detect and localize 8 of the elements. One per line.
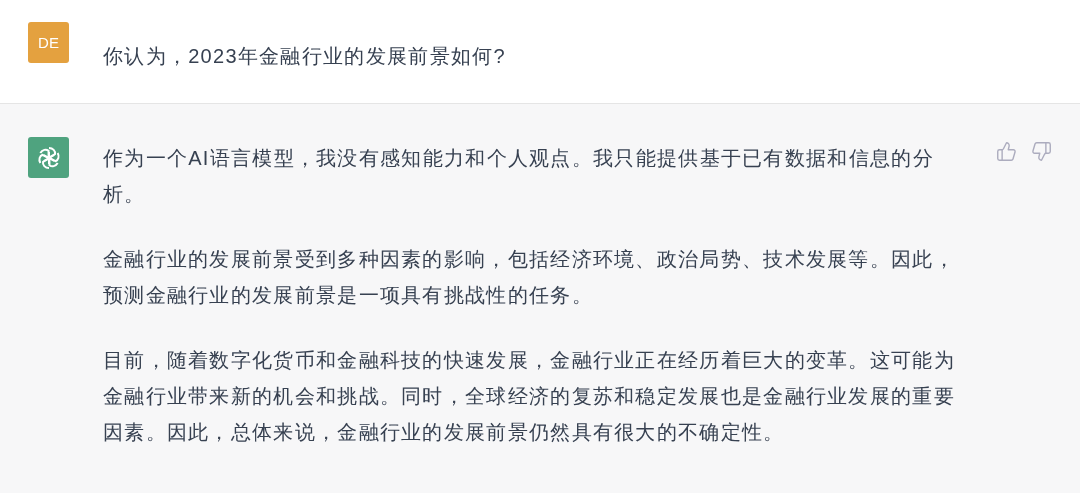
thumbs-up-button[interactable] (996, 141, 1017, 162)
answer-paragraph: 目前，随着数字化货币和金融科技的快速发展，金融行业正在经历着巨大的变革。这可能为 金融行业带来新的机会和挑战。同时，全球经济的复苏和稳定发展也是金融行业发展的重要 因素。因此，总体来说，金融行业的发展前景仍然具有很大的不确定性。 (103, 348, 956, 445)
answer-paragraph: 金融行业的发展前景受到多种因素的影响，包括经济环境、政治局势、技术发展等。因此， 预测金融行业的发展前景是一项具有挑战性的任务。 (103, 247, 956, 308)
knot-icon (35, 144, 62, 171)
thumbs-down-button[interactable] (1031, 141, 1052, 162)
answer-paragraph: 作为一个AI语言模型，我没有感知能力和个人观点。我只能提供基于已有数据和信息的分 析。 (103, 146, 935, 207)
user-message: 你认为，2023年金融行业的发展前景如何? (103, 44, 507, 69)
user-avatar: DE (28, 22, 69, 63)
